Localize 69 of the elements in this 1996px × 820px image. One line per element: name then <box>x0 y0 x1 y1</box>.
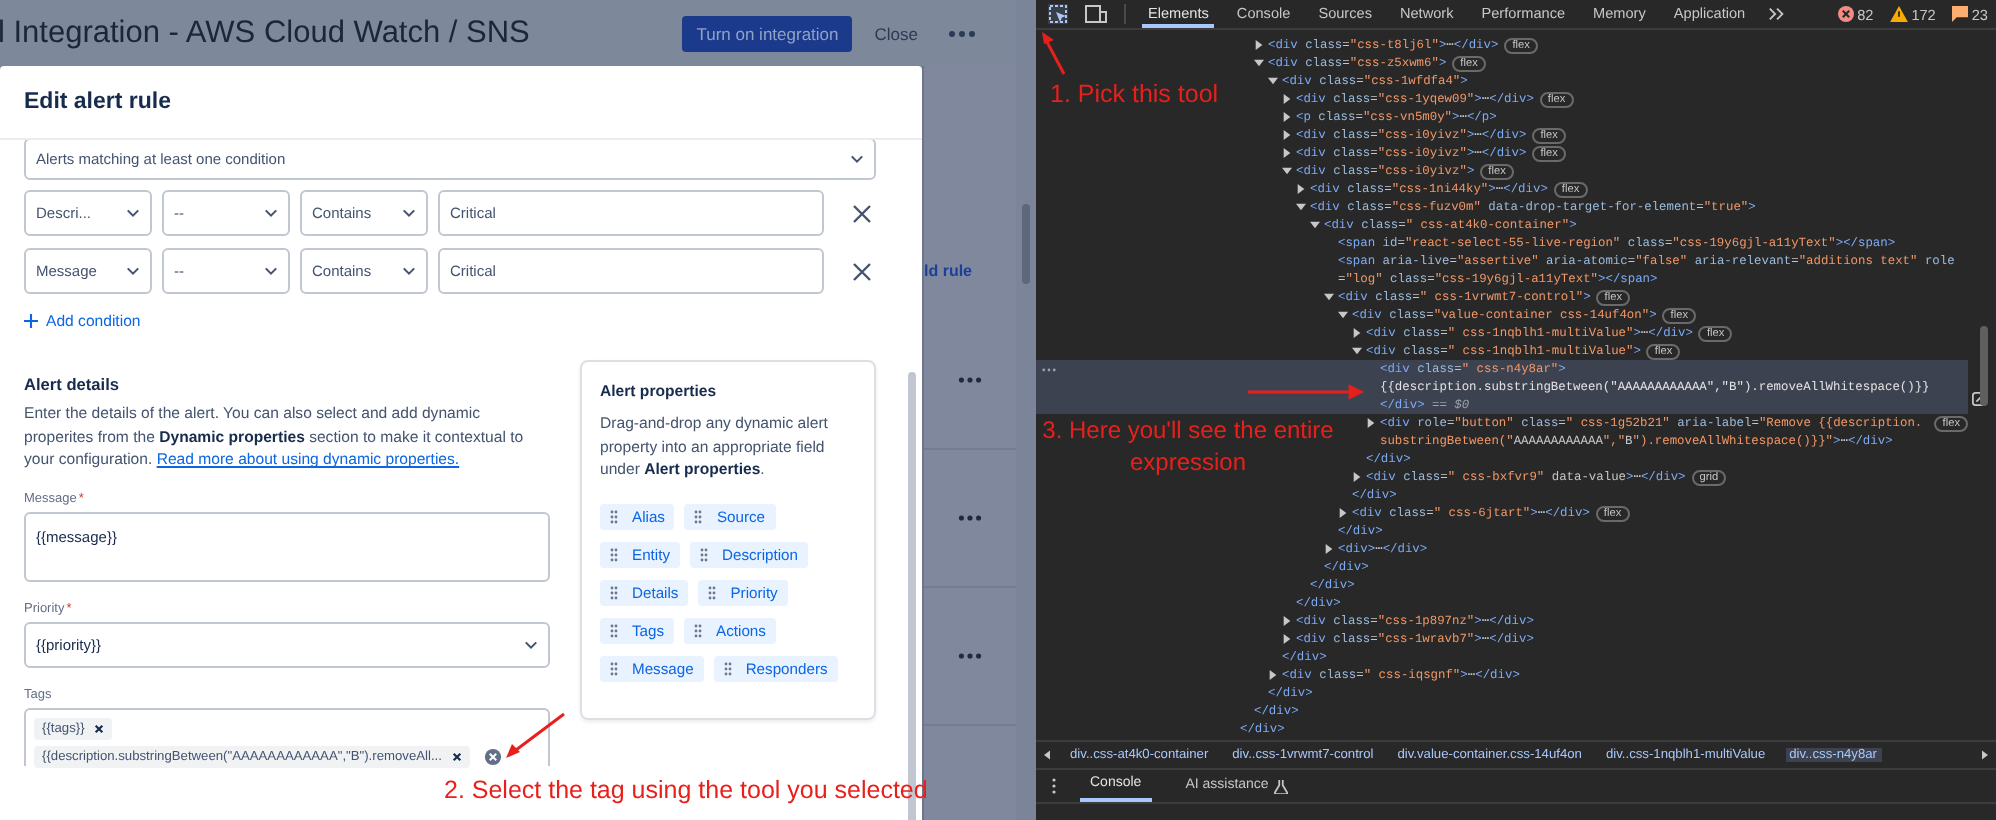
error-icon <box>1837 6 1854 22</box>
chevron-down-icon <box>402 266 416 276</box>
expand-arrow-icon[interactable] <box>1282 616 1292 626</box>
annotation-arrow <box>506 712 566 760</box>
chevron-down-icon <box>126 266 140 276</box>
modal-title: Edit alert rule <box>24 90 171 114</box>
turn-on-integration-button[interactable]: Turn on integration <box>682 15 853 51</box>
expand-arrow-icon[interactable] <box>1268 670 1278 680</box>
annotation-text: 3. Here you'll see the entire expression <box>1040 414 1336 478</box>
expand-arrow-icon[interactable] <box>1338 310 1348 320</box>
scrollbar[interactable] <box>1980 326 1988 406</box>
expand-arrow-icon[interactable] <box>1282 148 1292 158</box>
chevron-down-icon <box>850 154 864 164</box>
more-tabs-icon[interactable] <box>1767 6 1786 22</box>
scroll-left-icon[interactable] <box>1044 750 1050 760</box>
expand-arrow-icon[interactable] <box>1268 76 1278 86</box>
chevron-down-icon <box>264 266 278 276</box>
clear-icon[interactable] <box>483 748 502 767</box>
annotation-arrow <box>1248 384 1364 400</box>
plus-icon <box>24 314 38 328</box>
expand-arrow-icon[interactable] <box>1352 472 1362 482</box>
section-title: Alert details <box>24 374 121 394</box>
more-icon[interactable] <box>948 29 976 37</box>
more-icon[interactable] <box>958 376 982 384</box>
expand-arrow-icon[interactable] <box>1352 346 1362 356</box>
drag-handle-icon[interactable] <box>610 624 618 639</box>
drag-handle-icon[interactable] <box>610 586 618 601</box>
expand-arrow-icon[interactable] <box>1254 58 1264 68</box>
message-icon <box>1951 6 1968 22</box>
annotation-arrow <box>1040 32 1068 76</box>
chevron-down-icon <box>402 208 416 218</box>
flask-icon <box>1274 779 1289 793</box>
close-icon[interactable] <box>852 261 872 281</box>
expand-arrow-icon[interactable] <box>1296 202 1306 212</box>
warning-icon <box>1889 6 1908 22</box>
drag-handle-icon[interactable] <box>723 662 732 677</box>
scroll-right-icon[interactable] <box>1982 750 1988 760</box>
expand-arrow-icon[interactable] <box>1296 184 1306 194</box>
page-title: l Integration - AWS Cloud Watch / SNS <box>0 15 532 51</box>
annotation-text: 1. Pick this tool <box>1050 80 1219 108</box>
drag-handle-icon[interactable] <box>694 624 703 639</box>
drag-handle-icon[interactable] <box>610 510 618 525</box>
remove-icon[interactable] <box>451 752 462 763</box>
more-icon[interactable] <box>958 652 982 660</box>
drag-handle-icon[interactable] <box>700 548 708 563</box>
expand-arrow-icon[interactable] <box>1282 94 1292 104</box>
expand-arrow-icon[interactable] <box>1366 418 1376 428</box>
device-toolbar-icon[interactable] <box>1084 4 1108 24</box>
expand-arrow-icon[interactable] <box>1324 292 1334 302</box>
drag-handle-icon[interactable] <box>610 548 618 563</box>
inspect-icon[interactable] <box>1048 4 1068 24</box>
more-icon[interactable] <box>958 514 982 522</box>
remove-icon[interactable] <box>94 724 105 735</box>
expand-arrow-icon[interactable] <box>1352 328 1362 338</box>
expand-arrow-icon[interactable] <box>1282 166 1292 176</box>
expand-arrow-icon[interactable] <box>1282 634 1292 644</box>
drag-handle-icon[interactable] <box>708 586 717 601</box>
expand-arrow-icon[interactable] <box>1338 508 1348 518</box>
expand-arrow-icon[interactable] <box>1282 112 1292 122</box>
drag-handle-icon[interactable] <box>694 510 703 525</box>
chevron-down-icon <box>524 640 538 651</box>
chevron-down-icon <box>126 208 140 218</box>
chevron-down-icon <box>264 208 278 218</box>
expand-arrow-icon[interactable] <box>1254 40 1264 50</box>
expand-arrow-icon[interactable] <box>1282 130 1292 140</box>
expand-arrow-icon[interactable] <box>1310 220 1320 230</box>
close-icon[interactable] <box>852 203 872 223</box>
drag-handle-icon[interactable] <box>610 662 618 677</box>
expand-arrow-icon[interactable] <box>1324 544 1334 554</box>
